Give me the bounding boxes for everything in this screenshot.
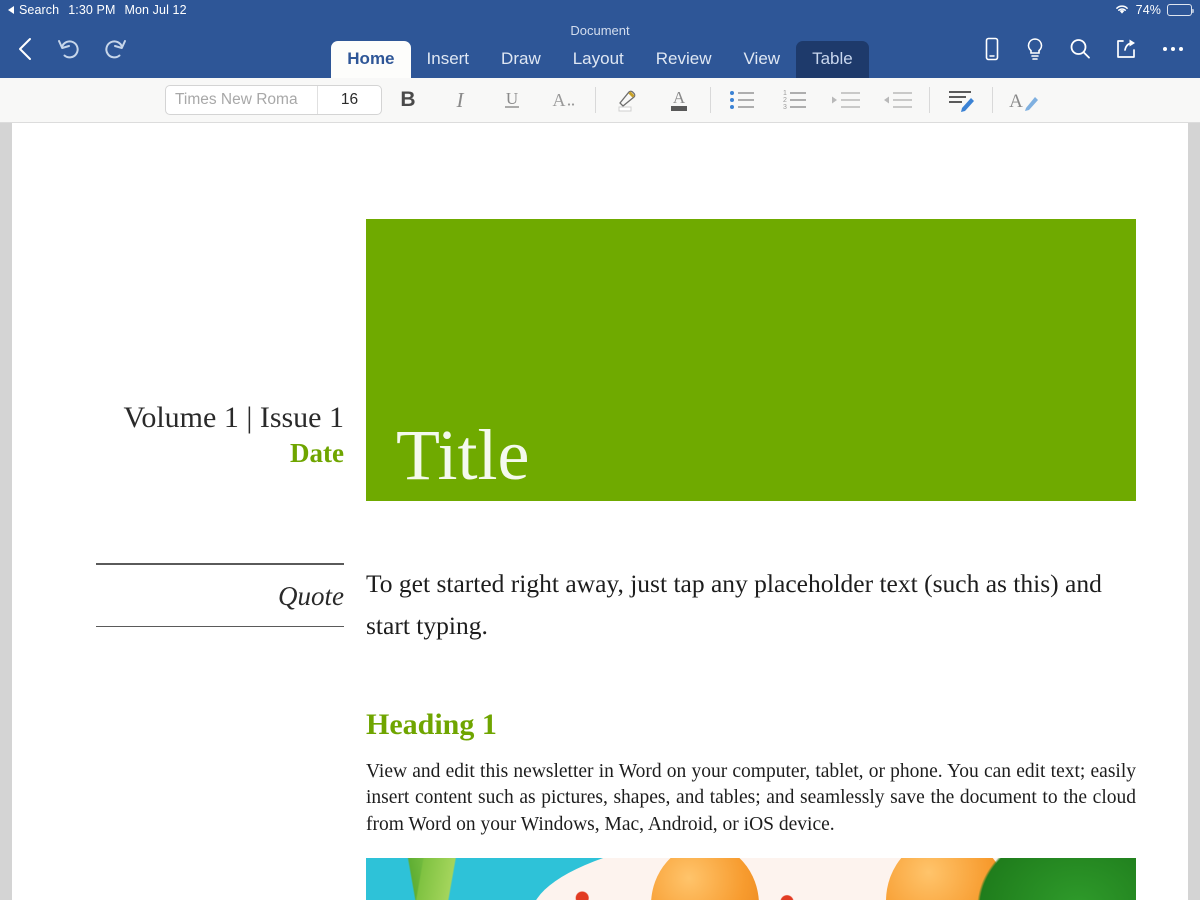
svg-text:3: 3: [783, 104, 787, 111]
tab-insert[interactable]: Insert: [411, 41, 486, 78]
numbered-list-button[interactable]: 1 2 3: [768, 80, 820, 120]
tab-layout[interactable]: Layout: [557, 41, 640, 78]
document-main-title[interactable]: Title: [396, 419, 529, 491]
italic-button[interactable]: I: [434, 80, 486, 120]
quote-block[interactable]: Quote: [96, 563, 366, 628]
undo-icon[interactable]: [56, 36, 82, 62]
svg-text:1: 1: [783, 90, 787, 97]
photo-apricot-1: [651, 858, 759, 900]
tab-home[interactable]: Home: [331, 41, 411, 78]
search-icon[interactable]: [1068, 36, 1092, 62]
status-time: 1:30 PM: [68, 3, 116, 17]
toolbar-divider-4: [992, 87, 993, 113]
toolbar-divider-1: [595, 87, 596, 113]
redo-icon[interactable]: [102, 36, 128, 62]
apricots-on-patterned-plate-photo[interactable]: [366, 858, 1136, 900]
battery-percent-label: 74%: [1135, 3, 1161, 17]
svg-text:A: A: [553, 90, 566, 110]
mobile-view-icon[interactable]: [982, 36, 1002, 62]
font-formatting-button[interactable]: A: [538, 80, 590, 120]
ellipsis-icon[interactable]: [1160, 36, 1186, 62]
bold-button[interactable]: B: [382, 80, 434, 120]
font-size-input[interactable]: 16: [318, 86, 381, 114]
intro-paragraph[interactable]: To get started right away, just tap any …: [366, 563, 1136, 646]
list-indent-group: 1 2 3: [716, 80, 924, 120]
date-placeholder-text[interactable]: Date: [96, 437, 344, 471]
toolbar-divider-2: [710, 87, 711, 113]
document-body-column: To get started right away, just tap any …: [366, 563, 1136, 900]
back-chevron-icon[interactable]: [14, 36, 36, 62]
tab-table[interactable]: Table: [796, 41, 869, 78]
tab-review[interactable]: Review: [640, 41, 728, 78]
heading-1-text[interactable]: Heading 1: [366, 708, 1136, 742]
status-back-triangle-icon[interactable]: [8, 6, 14, 14]
paragraph-format-button[interactable]: [935, 80, 987, 120]
photo-leaf-right-icon: [976, 858, 1136, 900]
font-color-button[interactable]: A: [653, 80, 705, 120]
color-group: A: [601, 80, 705, 120]
decrease-indent-button[interactable]: [820, 80, 872, 120]
app-title-bar: Document Home Insert Draw Layout Review …: [0, 20, 1200, 78]
svg-text:A: A: [673, 88, 686, 107]
document-canvas[interactable]: Volume 1 | Issue 1 Date Title Quote To g…: [0, 123, 1200, 900]
svg-text:U: U: [506, 89, 518, 108]
title-banner[interactable]: Title: [366, 219, 1136, 501]
text-style-group: B I U A: [382, 80, 590, 120]
status-back-label[interactable]: Search: [19, 3, 59, 17]
wifi-icon: [1114, 3, 1130, 18]
svg-text:A: A: [1009, 91, 1023, 112]
status-date: Mon Jul 12: [124, 3, 187, 17]
document-title: Document: [570, 23, 630, 38]
formatting-toolbar: Times New Roma 16 B I U A A 1 2 3 A: [0, 78, 1200, 123]
font-controls: Times New Roma 16: [165, 85, 382, 115]
underline-button[interactable]: U: [486, 80, 538, 120]
volume-issue-text[interactable]: Volume 1 | Issue 1: [96, 399, 344, 437]
quote-bottom-rule: [96, 625, 344, 628]
ios-status-bar: Search 1:30 PM Mon Jul 12 74%: [0, 0, 1200, 20]
document-page[interactable]: Volume 1 | Issue 1 Date Title Quote To g…: [12, 123, 1188, 900]
bullet-list-button[interactable]: [716, 80, 768, 120]
tab-view[interactable]: View: [728, 41, 797, 78]
svg-text:2: 2: [783, 97, 787, 104]
tab-draw[interactable]: Draw: [485, 41, 557, 78]
quote-text[interactable]: Quote: [96, 565, 344, 626]
toolbar-divider-3: [929, 87, 930, 113]
highlight-button[interactable]: [601, 80, 653, 120]
body-paragraph[interactable]: View and edit this newsletter in Word on…: [366, 759, 1136, 838]
increase-indent-button[interactable]: [872, 80, 924, 120]
font-name-input[interactable]: Times New Roma: [166, 86, 318, 114]
share-icon[interactable]: [1114, 36, 1138, 62]
photo-leaf-left-icon: [366, 858, 486, 900]
lightbulb-icon[interactable]: [1024, 36, 1046, 62]
quote-and-intro-section: Quote To get started right away, just ta…: [96, 563, 1136, 900]
masthead-meta[interactable]: Volume 1 | Issue 1 Date: [96, 219, 366, 470]
masthead-section: Volume 1 | Issue 1 Date Title: [96, 219, 1136, 501]
battery-icon: [1167, 4, 1195, 16]
paragraph-style-group: [935, 80, 987, 120]
styles-group: A: [998, 80, 1050, 120]
styles-button[interactable]: A: [998, 80, 1050, 120]
